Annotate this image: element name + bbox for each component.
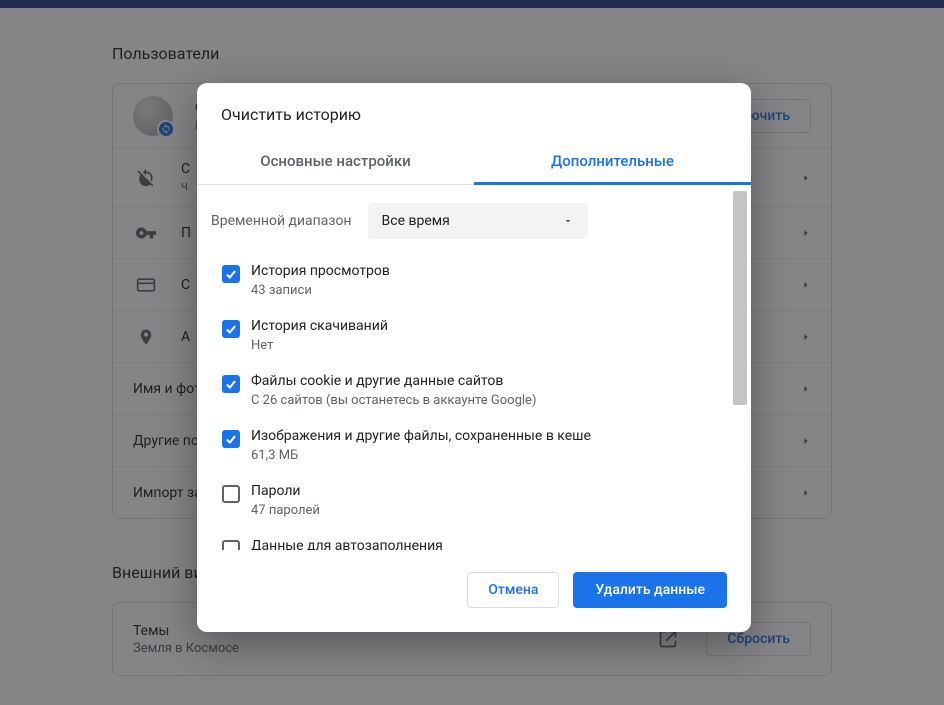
option-title: Изображения и другие файлы, сохраненные … [251,428,727,444]
dialog-body: Временной диапазон Все время История про… [197,185,751,550]
dialog-tabs: Основные настройки Дополнительные [197,140,751,185]
option-title: История просмотров [251,263,727,279]
dialog-title: Очистить историю [197,83,751,140]
confirm-button[interactable]: Удалить данные [573,572,727,608]
option-subtitle: С 26 сайтов (вы останетесь в аккаунте Go… [251,393,727,408]
option-checkbox[interactable] [222,540,240,550]
option-row[interactable]: История скачиваний Нет [211,308,727,363]
option-checkbox[interactable] [222,375,240,393]
option-title: Пароли [251,483,727,499]
time-range-value: Все время [382,213,450,229]
option-row[interactable]: История просмотров 43 записи [211,253,727,308]
time-range-label: Временной диапазон [211,213,352,229]
option-title: Данные для автозаполнения [251,538,727,550]
clear-history-dialog: Очистить историю Основные настройки Допо… [197,83,751,632]
dialog-scrollbar[interactable] [733,191,747,405]
option-row[interactable]: Пароли 47 паролей [211,473,727,528]
option-row[interactable]: Данные для автозаполнения [211,528,727,550]
option-title: Файлы cookie и другие данные сайтов [251,373,727,389]
option-subtitle: 43 записи [251,283,727,298]
option-checkbox[interactable] [222,430,240,448]
dialog-actions: Отмена Удалить данные [197,550,751,632]
option-checkbox[interactable] [222,320,240,338]
option-checkbox[interactable] [222,485,240,503]
option-title: История скачиваний [251,318,727,334]
time-range-row: Временной диапазон Все время [211,195,727,253]
option-subtitle: Нет [251,338,727,353]
cancel-button[interactable]: Отмена [467,572,559,608]
time-range-select[interactable]: Все время [368,203,588,239]
option-checkbox[interactable] [222,265,240,283]
option-row[interactable]: Изображения и другие файлы, сохраненные … [211,418,727,473]
option-subtitle: 61,3 МБ [251,448,727,463]
tab-basic[interactable]: Основные настройки [197,140,474,184]
tab-advanced[interactable]: Дополнительные [474,140,751,184]
option-row[interactable]: Файлы cookie и другие данные сайтов С 26 … [211,363,727,418]
option-subtitle: 47 паролей [251,503,727,518]
chevron-down-icon [562,215,574,227]
